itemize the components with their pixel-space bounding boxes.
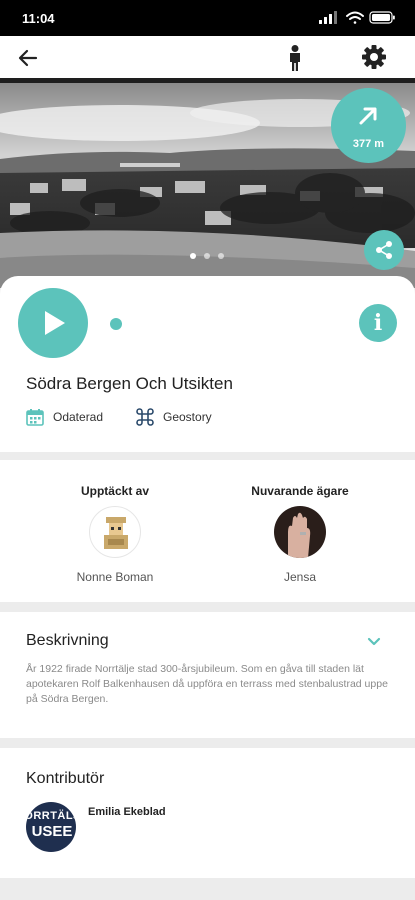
battery-icon xyxy=(369,11,395,24)
distance-label: 377 m xyxy=(352,138,385,150)
status-bar: 11:04 xyxy=(0,0,415,36)
calendar-icon xyxy=(26,409,44,426)
description-heading: Beskrivning xyxy=(26,632,109,649)
description-card: Beskrivning År 1922 firade Norrtälje sta… xyxy=(0,612,415,738)
play-button[interactable] xyxy=(18,288,88,358)
carousel-dot[interactable] xyxy=(204,253,210,259)
app-bar xyxy=(0,36,415,78)
carousel-dot[interactable] xyxy=(218,253,224,259)
signal-icon xyxy=(319,11,337,24)
direction-arrow-icon xyxy=(359,107,377,125)
audio-progress-handle[interactable] xyxy=(110,318,122,330)
person-icon[interactable] xyxy=(283,44,307,72)
owner-name: Jensa xyxy=(283,570,317,584)
site-title: Södra Bergen Och Utsikten xyxy=(26,374,233,393)
date-meta: Odaterad xyxy=(26,408,103,426)
contributor-card: Kontributör ORRTÄLJ USEE Emilia Ekeblad xyxy=(0,748,415,878)
date-label: Odaterad xyxy=(53,410,104,424)
type-meta: Geostory xyxy=(136,408,212,426)
museum-logo[interactable]: ORRTÄLJ USEE xyxy=(26,802,76,852)
discoverer-avatar[interactable] xyxy=(89,506,141,558)
play-icon xyxy=(45,311,65,335)
status-time: 11:04 xyxy=(22,11,55,26)
description-text: År 1922 firade Norrtälje stad 300-årsjub… xyxy=(26,663,388,705)
carousel-dot[interactable] xyxy=(190,253,196,259)
logo-line-2: USEE xyxy=(31,823,73,840)
contributor-name[interactable]: Emilia Ekeblad xyxy=(88,806,166,818)
logo-line-1: ORRTÄLJ xyxy=(26,810,76,822)
discovered-by[interactable]: Upptäckt av Nonne Boman xyxy=(40,484,190,584)
owner-avatar[interactable] xyxy=(274,506,326,558)
site-card: i Södra Bergen Och Utsikten Odaterad Geo… xyxy=(0,276,415,452)
distance-button[interactable]: 377 m xyxy=(331,88,406,163)
discovered-heading: Upptäckt av xyxy=(80,484,150,498)
command-key-icon xyxy=(136,408,154,426)
back-arrow-icon[interactable] xyxy=(14,44,42,72)
contributor-heading: Kontributör xyxy=(26,770,105,787)
explorer-avatar-icon xyxy=(104,517,128,549)
share-icon xyxy=(376,241,392,259)
owner-heading: Nuvarande ägare xyxy=(251,484,349,498)
current-owner[interactable]: Nuvarande ägare Jensa xyxy=(225,484,375,584)
status-icons xyxy=(319,11,395,24)
discoverer-name: Nonne Boman xyxy=(76,570,154,584)
chevron-down-icon[interactable] xyxy=(366,636,382,648)
owner-photo xyxy=(288,512,311,558)
people-card: Upptäckt av Nonne Boman Nuvarande ägare … xyxy=(0,460,415,602)
settings-gear-icon[interactable] xyxy=(360,43,388,71)
wifi-icon xyxy=(346,11,364,24)
info-button[interactable]: i xyxy=(359,304,397,342)
carousel-indicator[interactable] xyxy=(190,253,224,259)
share-button[interactable] xyxy=(364,230,404,270)
type-label: Geostory xyxy=(163,410,212,424)
